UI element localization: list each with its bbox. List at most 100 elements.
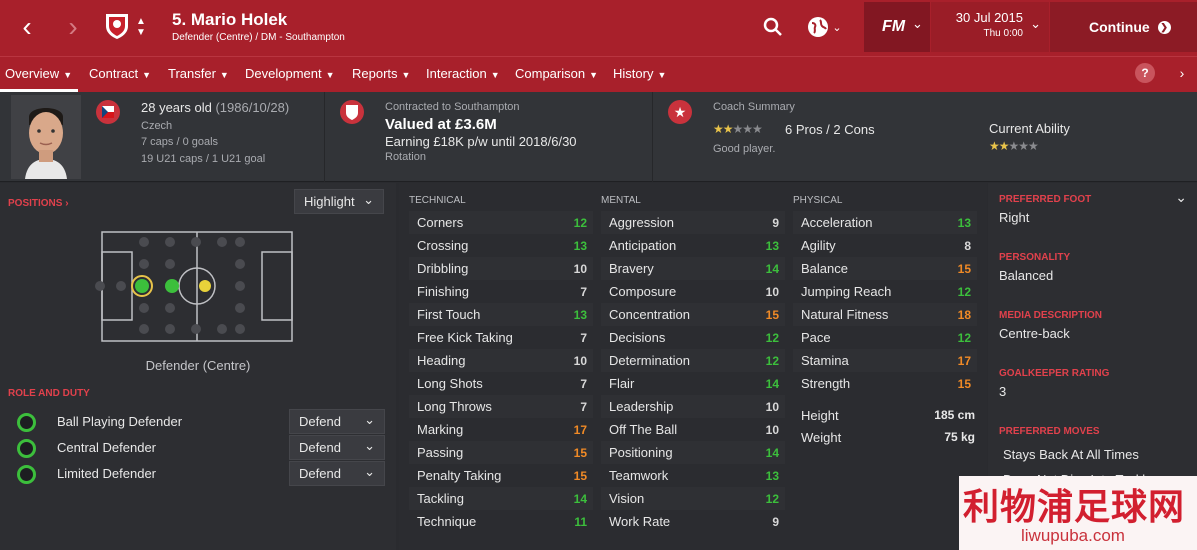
player-info-strip: 28 years old (1986/10/28) Czech 7 caps /… [0, 92, 1197, 182]
attribute-row[interactable]: Free Kick Taking 7 [409, 326, 593, 349]
attribute-row[interactable]: Finishing 7 [409, 280, 593, 303]
positions-label[interactable]: POSITIONS › [8, 198, 69, 209]
attribute-row[interactable]: Long Shots 7 [409, 372, 593, 395]
attribute-row[interactable]: Natural Fitness 18 [793, 303, 977, 326]
attribute-value: 7 [580, 330, 587, 345]
attribute-row[interactable]: Acceleration 13 [793, 211, 977, 234]
fm-menu[interactable]: FM ⌄ [864, 2, 930, 52]
contract-earning: Earning £18K p/w until 2018/6/30 [385, 134, 577, 149]
player-switch-icon[interactable]: ▲ ▼ [134, 13, 148, 41]
tab-development[interactable]: Development ▼ [245, 66, 335, 81]
duty-dropdown[interactable]: Defend ⌄ [289, 461, 385, 486]
attribute-row[interactable]: Jumping Reach 12 [793, 280, 977, 303]
duty-dropdown[interactable]: Defend ⌄ [289, 435, 385, 460]
highlight-dropdown[interactable]: Highlight ⌄ [294, 189, 384, 214]
attribute-row[interactable]: Marking 17 [409, 418, 593, 441]
attribute-name: Natural Fitness [801, 307, 889, 322]
u21-caps-text: 19 U21 caps / 1 U21 goal [141, 153, 266, 165]
attribute-row[interactable]: Aggression 9 [601, 211, 785, 234]
attribute-row[interactable]: Long Throws 7 [409, 395, 593, 418]
attribute-row[interactable]: Agility 8 [793, 234, 977, 257]
tab-comparison[interactable]: Comparison ▼ [515, 66, 598, 81]
duty-dropdown[interactable]: Defend ⌄ [289, 409, 385, 434]
globe-icon[interactable] [805, 13, 831, 41]
attribute-name: Off The Ball [609, 422, 678, 437]
help-icon[interactable]: ? [1135, 63, 1155, 83]
attribute-row[interactable]: Penalty Taking 15 [409, 464, 593, 487]
attribute-row[interactable]: Pace 12 [793, 326, 977, 349]
attribute-value: 14 [765, 376, 779, 391]
attribute-row[interactable]: Crossing 13 [409, 234, 593, 257]
attribute-row[interactable]: First Touch 13 [409, 303, 593, 326]
attribute-row[interactable]: Composure 10 [601, 280, 785, 303]
search-icon[interactable] [760, 14, 786, 40]
attribute-row[interactable]: Dribbling 10 [409, 257, 593, 280]
preferred-move-1: Stays Back At All Times [1003, 447, 1139, 462]
attribute-row[interactable]: Off The Ball 10 [601, 418, 785, 441]
coach-star-icon: ★ [668, 100, 692, 124]
role-row-1[interactable]: Ball Playing Defender Defend ⌄ [0, 409, 396, 435]
continue-button[interactable]: Continue ❯ [1050, 2, 1197, 52]
role-row-3[interactable]: Limited Defender Defend ⌄ [0, 461, 396, 487]
attribute-value: 15 [573, 445, 587, 460]
tab-overview[interactable]: Overview ▼ [5, 66, 72, 81]
attribute-name: Positioning [609, 445, 673, 460]
attribute-value: 17 [573, 422, 587, 437]
tab-reports[interactable]: Reports ▼ [352, 66, 410, 81]
back-icon[interactable]: ‹ [14, 11, 40, 42]
attribute-row[interactable]: Concentration 15 [601, 303, 785, 326]
attribute-row[interactable]: Anticipation 13 [601, 234, 785, 257]
attribute-row[interactable]: Strength 15 [793, 372, 977, 395]
attribute-row[interactable]: Passing 15 [409, 441, 593, 464]
attribute-row[interactable]: Leadership 10 [601, 395, 785, 418]
attribute-row[interactable]: Work Rate 9 [601, 510, 785, 533]
duty-value: Defend [299, 414, 341, 429]
attribute-row[interactable]: Technique 11 [409, 510, 593, 533]
attribute-name: Dribbling [417, 261, 469, 276]
more-chevron-icon[interactable]: › [1174, 63, 1190, 83]
mental-heading: MENTAL [601, 195, 641, 206]
attribute-row[interactable]: Positioning 14 [601, 441, 785, 464]
attribute-value: 13 [573, 238, 587, 253]
tab-contract[interactable]: Contract ▼ [89, 66, 151, 81]
top-bar: ‹ › ▲ ▼ 5. Mario Holek Defender (Centre) … [0, 0, 1197, 56]
globe-chevron-icon[interactable]: ⌄ [830, 18, 844, 36]
attribute-row[interactable]: Flair 14 [601, 372, 785, 395]
attribute-row[interactable]: Balance 15 [793, 257, 977, 280]
attribute-row[interactable]: Decisions 12 [601, 326, 785, 349]
attribute-value: 13 [765, 468, 779, 483]
attribute-row[interactable]: Tackling 14 [409, 487, 593, 510]
attribute-row[interactable]: Heading 10 [409, 349, 593, 372]
tab-transfer[interactable]: Transfer ▼ [168, 66, 229, 81]
duty-value: Defend [299, 466, 341, 481]
goalkeeper-rating-value: 3 [999, 384, 1007, 399]
attribute-row[interactable]: Vision 12 [601, 487, 785, 510]
date-panel[interactable]: 30 Jul 2015 Thu 0:00 ⌄ [931, 2, 1049, 52]
attribute-row[interactable]: Teamwork 13 [601, 464, 785, 487]
attribute-row[interactable]: Corners 12 [409, 211, 593, 234]
attribute-row[interactable]: Bravery 14 [601, 257, 785, 280]
attribute-name: Passing [417, 445, 464, 460]
attribute-name: Composure [609, 284, 677, 299]
attribute-name: First Touch [417, 307, 481, 322]
fm-logo: FM [882, 18, 906, 35]
details-chevron-icon[interactable]: ⌄ [1175, 189, 1187, 206]
role-name: Central Defender [57, 440, 156, 455]
tab-history[interactable]: History ▼ [613, 66, 666, 81]
role-row-2[interactable]: Central Defender Defend ⌄ [0, 435, 396, 461]
attribute-name: Teamwork [609, 468, 669, 483]
watermark-url-text: liwupuba.com [1021, 526, 1125, 545]
attribute-name: Vision [609, 491, 645, 506]
attribute-name: Long Throws [417, 399, 492, 414]
tab-interaction[interactable]: Interaction ▼ [426, 66, 500, 81]
club-crest-icon[interactable] [103, 11, 131, 41]
attribute-value: 12 [765, 330, 779, 345]
personality-value: Balanced [999, 268, 1054, 283]
role-wheel-icon [17, 413, 36, 432]
attribute-row[interactable]: Determination 12 [601, 349, 785, 372]
forward-icon[interactable]: › [60, 11, 86, 42]
attribute-name: Bravery [609, 261, 654, 276]
weight-value: 75 kg [944, 430, 975, 444]
attribute-row[interactable]: Stamina 17 [793, 349, 977, 372]
attribute-value: 15 [957, 376, 971, 391]
